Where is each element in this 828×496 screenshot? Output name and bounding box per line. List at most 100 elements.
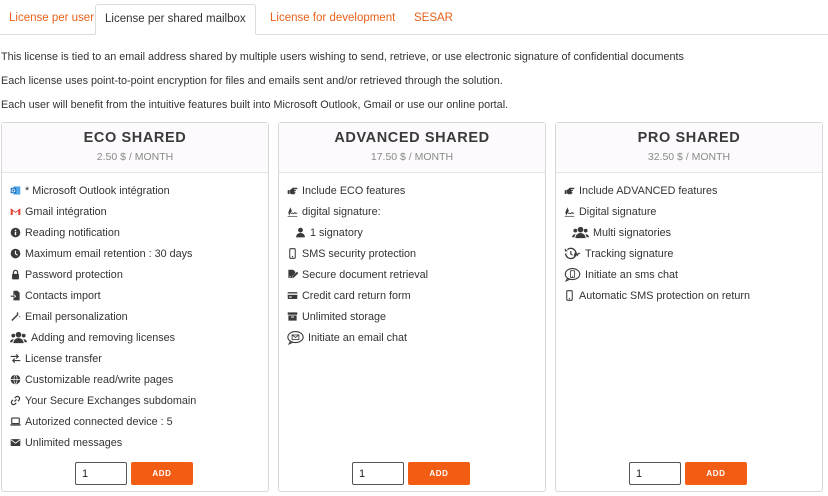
- feature-label: Secure document retrieval: [302, 268, 429, 281]
- feature-item: Initiate an email chat: [286, 327, 541, 348]
- history-signature-icon: [563, 246, 581, 262]
- plan-card-eco-shared: ECO SHARED 2.50 $ / MONTH * Microsoft Ou…: [1, 122, 269, 492]
- feature-label: License transfer: [25, 352, 102, 365]
- feature-label: Maximum email retention : 30 days: [25, 247, 193, 260]
- feature-label: Password protection: [25, 268, 123, 281]
- credit-card-icon: [286, 290, 298, 302]
- hand-pointing-icon: [563, 185, 575, 197]
- plan-header: PRO SHARED 32.50 $ / MONTH: [556, 123, 822, 173]
- feature-list: * Microsoft Outlook intégration Gmail int…: [9, 180, 264, 453]
- tab-sesar[interactable]: SESAR: [405, 4, 462, 35]
- feature-item: Customizable read/write pages: [9, 369, 264, 390]
- envelope-icon: [9, 437, 21, 449]
- feature-label: Automatic SMS protection on return: [579, 289, 751, 302]
- feature-item: Reading notification: [9, 222, 264, 243]
- feature-label: 1 signatory: [310, 226, 363, 239]
- quantity-input[interactable]: [629, 462, 681, 485]
- feature-label: Initiate an email chat: [308, 331, 408, 344]
- feature-item: Email personalization: [9, 306, 264, 327]
- feature-item: Adding and removing licenses: [9, 327, 264, 348]
- feature-label: Autorized connected device : 5: [25, 415, 173, 428]
- feature-label: Adding and removing licenses: [31, 331, 176, 344]
- exchange-icon: [9, 353, 21, 365]
- signature-icon: [286, 206, 298, 218]
- feature-label: Tracking signature: [585, 247, 674, 260]
- feature-label: Reading notification: [25, 226, 120, 239]
- feature-list: Include ADVANCED features Digital signatu…: [563, 180, 818, 306]
- feature-item: Password protection: [9, 264, 264, 285]
- plan-price: 32.50 $ / MONTH: [647, 151, 731, 163]
- feature-item: Initiate an sms chat: [563, 264, 818, 285]
- feature-item: Secure document retrieval: [286, 264, 541, 285]
- laptop-icon: [9, 416, 21, 428]
- email-chat-icon: [286, 330, 304, 346]
- link-icon: [9, 395, 21, 407]
- file-signature-icon: [286, 269, 298, 281]
- file-import-icon: [9, 290, 21, 302]
- plan-card-pro-shared: PRO SHARED 32.50 $ / MONTH Include ADVAN…: [555, 122, 823, 492]
- plan-header: ECO SHARED 2.50 $ / MONTH: [2, 123, 268, 173]
- add-button[interactable]: ADD: [131, 462, 193, 485]
- plan-title: PRO SHARED: [637, 130, 741, 146]
- feature-label: Your Secure Exchanges subdomain: [25, 394, 197, 407]
- plan-footer: ADD: [279, 462, 545, 486]
- mobile-icon: [286, 248, 298, 260]
- feature-item: Multi signatories: [563, 222, 818, 243]
- feature-item: digital signature:: [286, 201, 541, 222]
- feature-label: * Microsoft Outlook intégration: [25, 184, 170, 197]
- mobile-icon: [563, 290, 575, 302]
- intro-line-2: Each license uses point-to-point encrypt…: [1, 75, 503, 87]
- plan-footer: ADD: [2, 462, 268, 486]
- feature-item: * Microsoft Outlook intégration: [9, 180, 264, 201]
- plan-price: 2.50 $ / MONTH: [96, 151, 174, 163]
- feature-label: Unlimited messages: [25, 436, 123, 449]
- lock-icon: [9, 269, 21, 281]
- plan-card-advanced-shared: ADVANCED SHARED 17.50 $ / MONTH Include …: [278, 122, 546, 492]
- quantity-input[interactable]: [352, 462, 404, 485]
- feature-label: Include ECO features: [302, 184, 406, 197]
- plan-header: ADVANCED SHARED 17.50 $ / MONTH: [279, 123, 545, 173]
- feature-item: License transfer: [9, 348, 264, 369]
- feature-label: Initiate an sms chat: [585, 268, 679, 281]
- intro-line-3: Each user will benefit from the intuitiv…: [1, 99, 509, 111]
- feature-item: Unlimited messages: [9, 432, 264, 453]
- add-button[interactable]: ADD: [408, 462, 470, 485]
- feature-label: Credit card return form: [302, 289, 411, 302]
- info-circle-icon: [9, 227, 21, 239]
- feature-item: Tracking signature: [563, 243, 818, 264]
- feature-item: Your Secure Exchanges subdomain: [9, 390, 264, 411]
- feature-label: Email personalization: [25, 310, 128, 323]
- outlook-icon: [9, 185, 21, 197]
- archive-icon: [286, 311, 298, 323]
- plan-footer: ADD: [556, 462, 822, 486]
- tab-license-per-shared-mailbox[interactable]: License per shared mailbox: [95, 4, 256, 35]
- plan-title: ADVANCED SHARED: [334, 130, 490, 146]
- feature-label: Contacts import: [25, 289, 101, 302]
- feature-item: Maximum email retention : 30 days: [9, 243, 264, 264]
- feature-item: Digital signature: [563, 201, 818, 222]
- feature-label: digital signature:: [302, 205, 381, 218]
- globe-icon: [9, 374, 21, 386]
- feature-label: Gmail intégration: [25, 205, 107, 218]
- tab-license-per-user[interactable]: License per user: [0, 4, 103, 35]
- feature-item: SMS security protection: [286, 243, 541, 264]
- feature-item: Autorized connected device : 5: [9, 411, 264, 432]
- feature-label: Unlimited storage: [302, 310, 387, 323]
- add-button[interactable]: ADD: [685, 462, 747, 485]
- sms-chat-icon: [563, 267, 581, 283]
- intro-line-1: This license is tied to an email address…: [1, 51, 684, 63]
- hand-pointing-icon: [286, 185, 298, 197]
- feature-item: Contacts import: [9, 285, 264, 306]
- tab-license-for-development[interactable]: License for development: [261, 4, 404, 35]
- user-icon: [294, 227, 306, 239]
- feature-label: Multi signatories: [593, 226, 672, 239]
- users-icon: [9, 330, 27, 346]
- feature-item: 1 signatory: [286, 222, 541, 243]
- feature-item: Include ECO features: [286, 180, 541, 201]
- feature-item: Unlimited storage: [286, 306, 541, 327]
- plan-title: ECO SHARED: [83, 130, 187, 146]
- gmail-icon: [9, 206, 21, 218]
- quantity-input[interactable]: [75, 462, 127, 485]
- feature-label: Customizable read/write pages: [25, 373, 174, 386]
- feature-label: SMS security protection: [302, 247, 417, 260]
